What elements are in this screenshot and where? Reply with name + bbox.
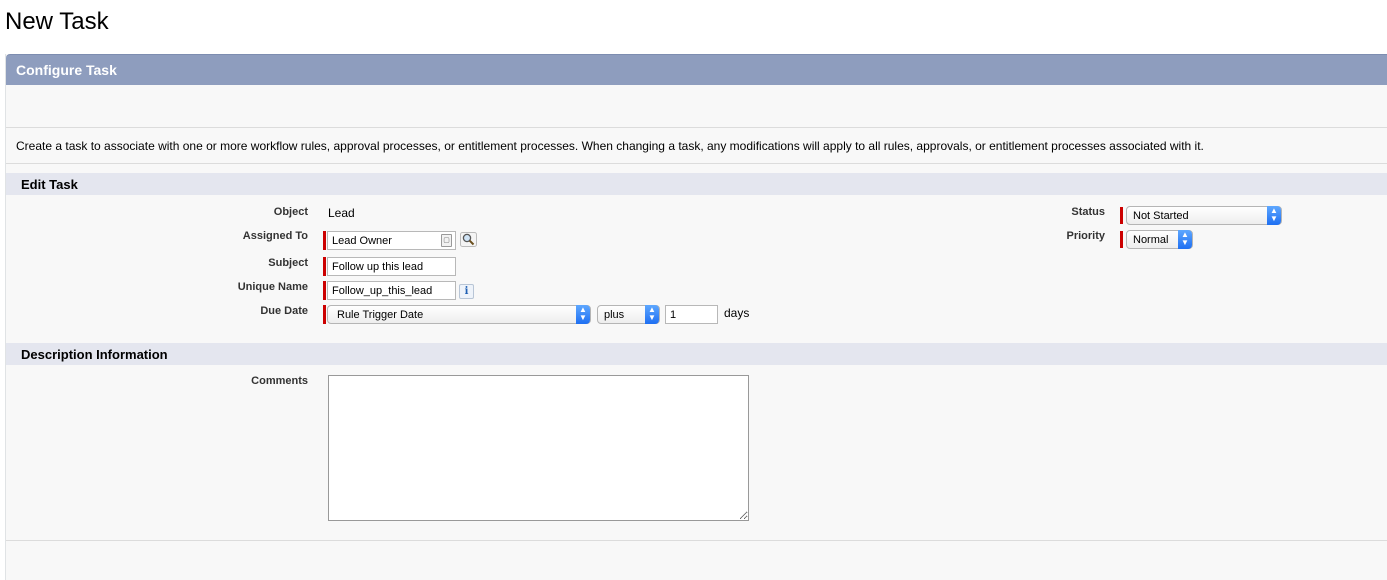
status-select[interactable]: Not Started ▲ ▼ bbox=[1126, 206, 1282, 225]
priority-select[interactable]: Normal ▲ ▼ bbox=[1126, 230, 1193, 249]
required-indicator bbox=[1120, 231, 1123, 248]
assigned-to-label: Assigned To bbox=[242, 230, 308, 242]
configure-task-panel: Configure Task Create a task to associat… bbox=[5, 54, 1387, 580]
lookup-magnifier-icon[interactable] bbox=[460, 232, 477, 247]
blank-area bbox=[6, 85, 1387, 127]
due-date-base-value: Rule Trigger Date bbox=[337, 309, 424, 321]
due-date-operator-value: plus bbox=[604, 309, 625, 321]
due-date-unit: days bbox=[724, 306, 750, 320]
due-date-base-select[interactable]: Rule Trigger Date ▲ ▼ bbox=[327, 305, 591, 324]
object-label: Object bbox=[273, 206, 308, 218]
required-indicator bbox=[323, 231, 326, 250]
status-value: Not Started bbox=[1133, 210, 1189, 222]
subject-input[interactable]: Follow up this lead bbox=[327, 257, 456, 276]
updown-arrows-icon: ▲ ▼ bbox=[645, 305, 659, 324]
comments-label: Comments bbox=[251, 375, 308, 387]
page-title: New Task bbox=[5, 8, 109, 35]
description-info-section-header: Description Information bbox=[6, 343, 1387, 365]
comments-textarea[interactable] bbox=[328, 375, 749, 521]
bottom-divider bbox=[6, 540, 1387, 541]
contact-card-icon[interactable]: ▢ bbox=[441, 234, 452, 247]
configure-task-header: Configure Task bbox=[6, 54, 1387, 85]
updown-arrows-icon: ▲ ▼ bbox=[1178, 230, 1192, 249]
updown-arrows-icon: ▲ ▼ bbox=[1267, 206, 1281, 225]
due-date-label: Due Date bbox=[260, 305, 308, 317]
unique-name-label: Unique Name bbox=[237, 281, 308, 293]
due-date-amount-input[interactable]: 1 bbox=[665, 305, 718, 324]
updown-arrows-icon: ▲ ▼ bbox=[576, 305, 590, 324]
required-indicator bbox=[323, 257, 326, 276]
due-date-operator-select[interactable]: plus ▲ ▼ bbox=[597, 305, 660, 324]
required-indicator bbox=[1120, 207, 1123, 224]
assigned-to-field[interactable]: Lead Owner ▢ bbox=[327, 231, 456, 250]
required-indicator bbox=[323, 305, 326, 324]
info-icon[interactable]: i bbox=[459, 284, 474, 299]
priority-value: Normal bbox=[1133, 234, 1169, 246]
required-indicator bbox=[323, 281, 326, 300]
edit-task-section-header: Edit Task bbox=[6, 173, 1387, 195]
subject-label: Subject bbox=[268, 257, 308, 269]
priority-label: Priority bbox=[1066, 230, 1105, 242]
assigned-to-value: Lead Owner bbox=[332, 235, 392, 247]
status-label: Status bbox=[1071, 206, 1105, 218]
configure-description: Create a task to associate with one or m… bbox=[6, 127, 1387, 164]
object-value: Lead bbox=[328, 206, 355, 220]
unique-name-input[interactable]: Follow_up_this_lead bbox=[327, 281, 456, 300]
